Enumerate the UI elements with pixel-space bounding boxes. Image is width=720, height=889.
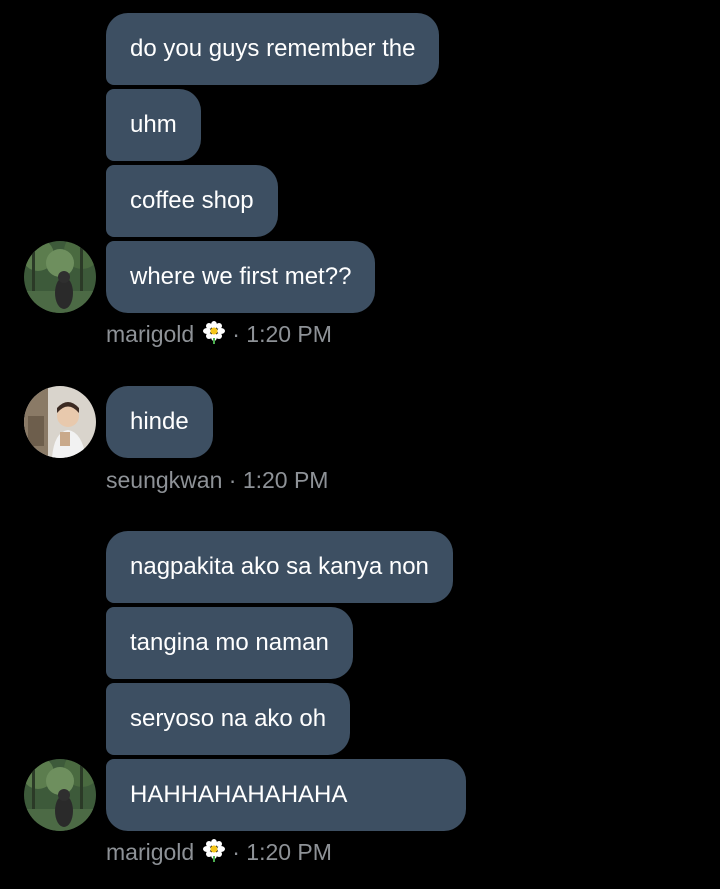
daisy-emoji-icon (202, 320, 226, 351)
sender-name[interactable]: marigold (106, 839, 194, 865)
avatar-marigold[interactable] (24, 241, 96, 313)
message-meta: seungkwan · 1:20 PM (106, 465, 328, 495)
message-bubble[interactable]: coffee shop (106, 165, 278, 237)
message-bubble[interactable]: seryoso na ako oh (106, 683, 351, 755)
message-bubble[interactable]: where we first met?? (106, 241, 376, 313)
message-bubble[interactable]: hinde (106, 386, 213, 458)
sender-name[interactable]: marigold (106, 321, 194, 347)
avatar-seungkwan[interactable] (24, 386, 96, 458)
timestamp: 1:20 PM (246, 321, 332, 347)
message-bubble[interactable]: uhm (106, 89, 201, 161)
timestamp: 1:20 PM (246, 839, 332, 865)
separator: · (228, 467, 237, 493)
sender-name[interactable]: seungkwan (106, 467, 222, 493)
message-bubble[interactable]: tangina mo naman (106, 607, 353, 679)
forest-photo-icon (24, 759, 96, 831)
message-bubble[interactable]: nagpakita ako sa kanya non (106, 531, 453, 603)
separator: · (232, 839, 240, 865)
timestamp: 1:20 PM (242, 467, 329, 493)
person-photo-icon (24, 386, 96, 458)
separator: · (232, 321, 240, 347)
message-bubble[interactable]: do you guys remember the (106, 13, 440, 85)
daisy-emoji-icon (202, 838, 226, 869)
message-meta: marigold · 1:20 PM (106, 319, 332, 349)
forest-photo-icon (24, 241, 96, 313)
message-bubble[interactable]: HAHHAHAHAHAHA (106, 759, 466, 831)
avatar-marigold[interactable] (24, 759, 96, 831)
message-meta: marigold · 1:20 PM (106, 837, 332, 867)
